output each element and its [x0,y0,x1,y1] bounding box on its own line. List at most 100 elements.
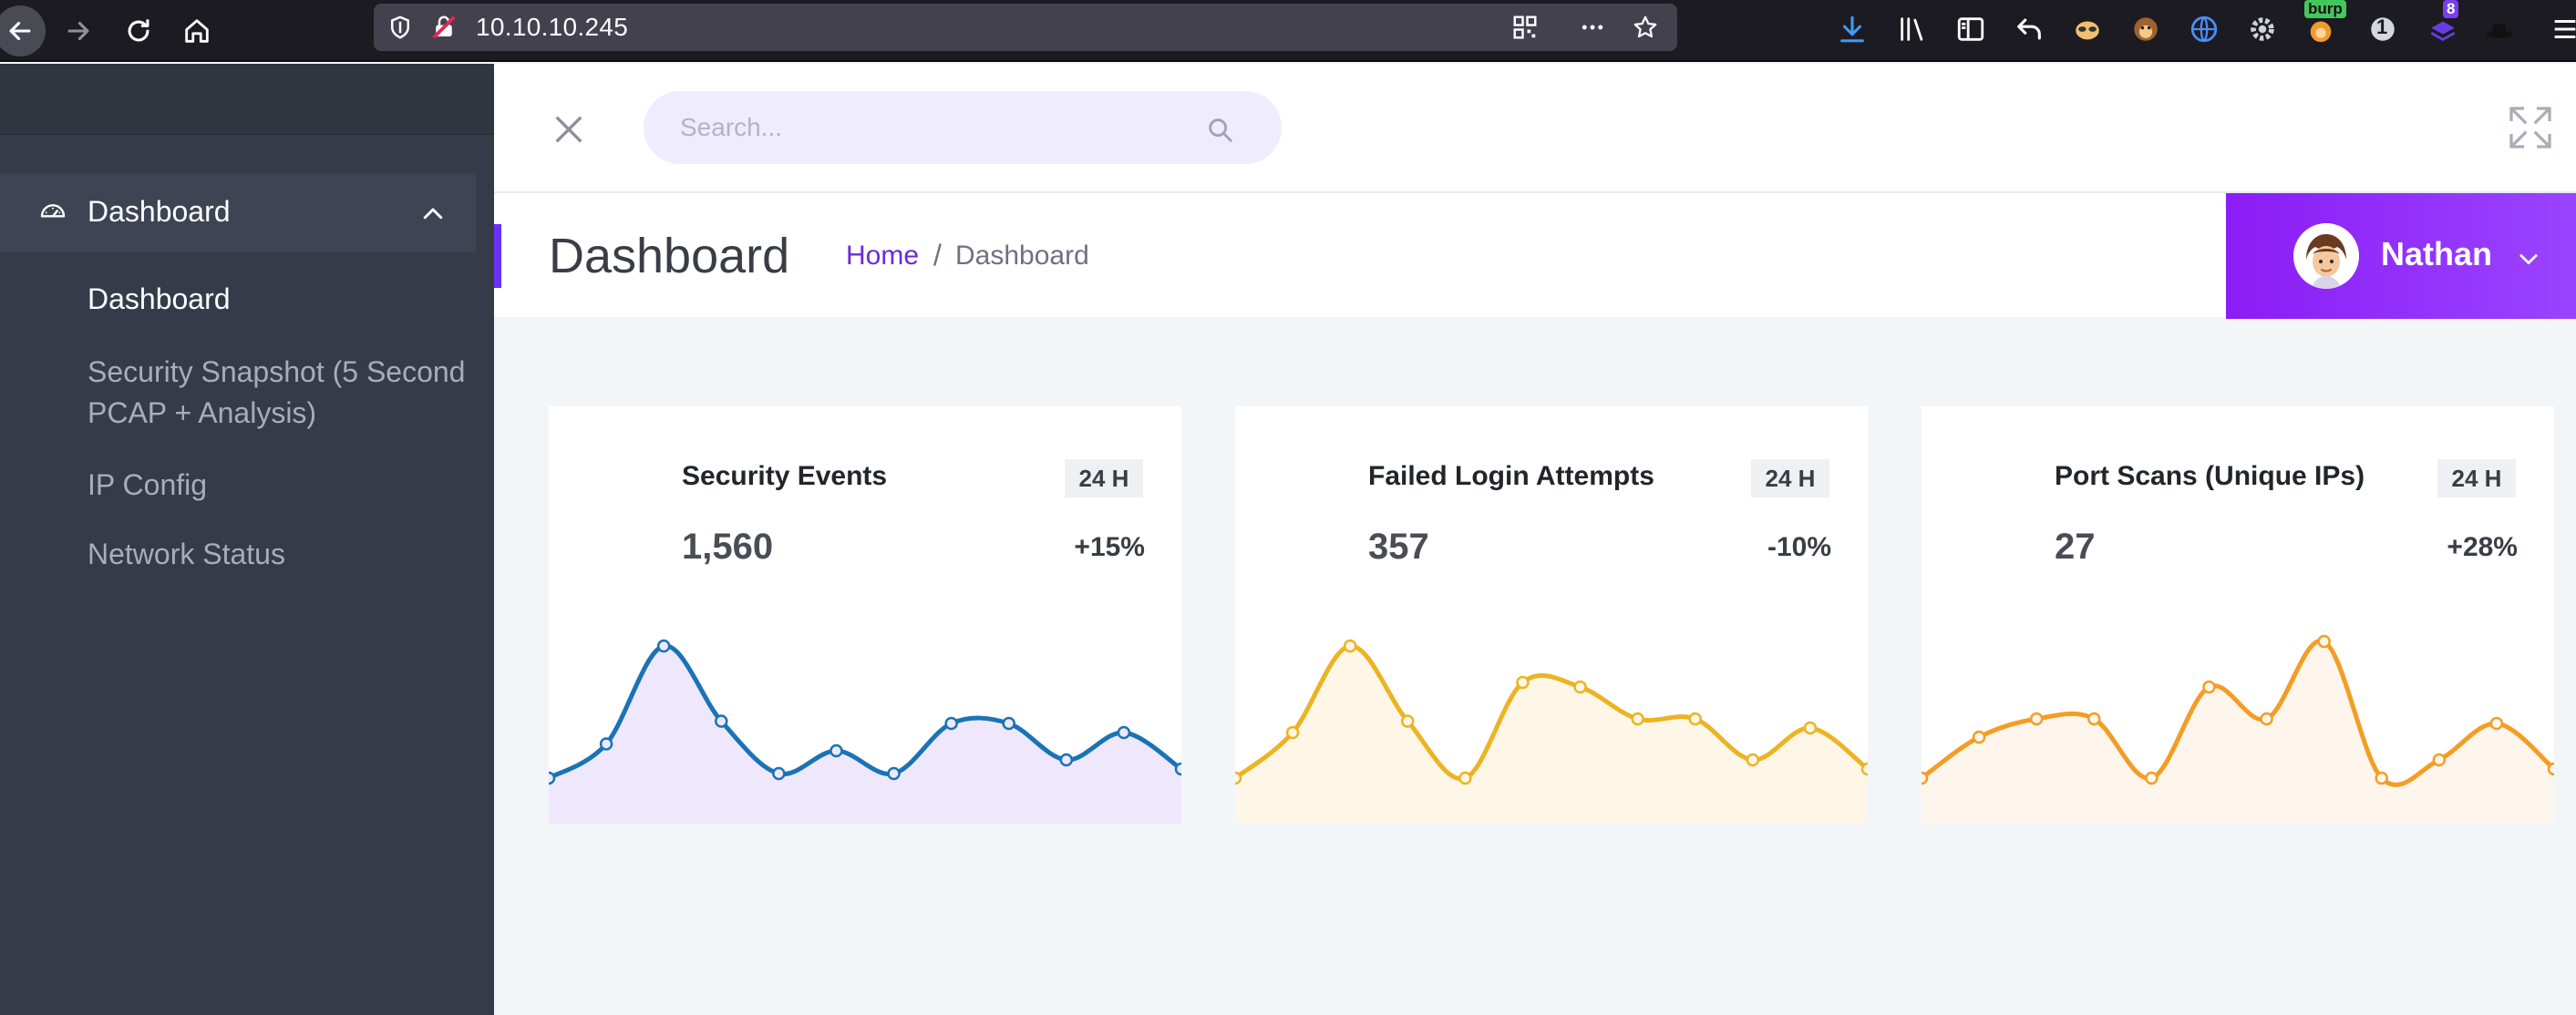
bookmark-star-icon[interactable] [1632,14,1659,41]
chart-point [1117,725,1131,740]
reload-button[interactable] [113,5,164,56]
browser-toolbar: 10.10.10.245 burp 1 8 [0,0,2576,62]
chart-point [549,771,556,785]
search-input[interactable] [680,108,1190,148]
close-icon[interactable] [551,111,587,148]
user-menu[interactable]: Nathan [2226,193,2576,319]
sidebar-toggle-button[interactable] [1953,11,1989,47]
card-value: 1,560 [682,527,774,567]
chart-point [1746,753,1760,767]
more-actions-icon[interactable] [1579,14,1606,41]
chart-point [829,743,843,758]
chart-point [1002,716,1015,731]
sidebar-item-label: Dashboard [88,195,231,228]
home-button[interactable] [171,5,222,56]
burp-extension-button[interactable]: burp [2303,0,2346,47]
sidebar-item-dashboard[interactable]: Dashboard [0,173,476,251]
chart-point [599,737,613,751]
chart-point [1922,771,1929,785]
chart-point [2087,712,2101,726]
hat-extension-button[interactable] [2481,11,2518,47]
fox-icon [2310,21,2332,43]
burp-badge: burp [2304,0,2346,18]
breadcrumb-separator: / [933,239,942,272]
sparkline-chart [549,639,1181,824]
library-button[interactable] [1894,11,1931,47]
chart-point [2202,680,2216,694]
chart-point [2375,771,2388,785]
qr-code-icon[interactable] [1511,14,1539,41]
stat-card-port-scans: Port Scans (Unique IPs) 24 H 27 +28% [1922,406,2554,824]
home-icon [185,19,209,43]
stat-card-failed-logins: Failed Login Attempts 24 H 357 -10% [1235,406,1868,824]
downloads-button[interactable] [1834,11,1870,47]
layers-badge: 8 [2443,0,2459,18]
chevron-down-icon [2519,254,2538,265]
chart-point [772,766,786,781]
undo-arrow-icon [2017,18,2041,40]
chart-point [1343,639,1357,653]
chart-point [1860,762,1868,776]
card-title: Failed Login Attempts [1368,461,1654,491]
chart-point [1059,753,1074,767]
globe-extension-button[interactable] [2186,11,2222,47]
menu-button[interactable] [2547,11,2576,47]
chart-point [1972,730,1986,744]
sidebar-subitem-ip-config[interactable]: IP Config [88,465,207,506]
chart-point [2145,771,2159,785]
chart-point [1631,712,1644,726]
sidebar-subitem-dashboard[interactable]: Dashboard [88,279,231,320]
breadcrumb-home-link[interactable]: Home [846,241,919,272]
page-title: Dashboard [549,229,790,283]
search-icon[interactable] [1205,115,1236,146]
card-title: Port Scans (Unique IPs) [2055,461,2365,491]
chevron-up-icon[interactable] [419,200,447,228]
onepassword-extension-button[interactable]: 1 [2365,11,2401,47]
sidebar-subitem-network-status[interactable]: Network Status [88,534,285,575]
hat-icon [2486,24,2513,38]
dashboard-gauge-icon [40,204,66,218]
fullscreen-icon[interactable] [2505,102,2556,153]
sidebar-subitem-security-snapshot[interactable]: Security Snapshot (5 Second PCAP + Analy… [88,352,470,434]
arrow-right-icon [67,21,89,41]
raccoon-extension-button[interactable] [2069,11,2106,47]
url-text: 10.10.10.245 [476,13,629,41]
back-button[interactable] [0,5,46,56]
chart-point [887,766,901,781]
avatar [2293,223,2359,289]
monkey-icon [2134,17,2158,41]
monkey-extension-button[interactable] [2128,11,2164,47]
period-badge: 24 H [2437,459,2516,497]
card-value: 27 [2055,527,2096,567]
card-change: +28% [2447,532,2518,562]
stat-card-security-events: Security Events 24 H 1,560 +15% [549,406,1181,824]
title-accent-bar [494,224,501,288]
chart-point [656,639,671,653]
globe-icon [2190,15,2218,43]
address-bar[interactable]: 10.10.10.245 [374,4,1677,51]
chart-point [1174,762,1181,776]
chart-point [1573,680,1587,694]
period-badge: 24 H [1065,459,1143,497]
settings-extension-button[interactable] [2244,11,2281,47]
hamburger-icon [2554,19,2576,39]
avatar-face-icon [2293,223,2359,289]
user-name: Nathan [2381,235,2493,272]
sidebar: Dashboard Dashboard Security Snapshot (5… [0,64,494,1015]
chart-point [1458,771,1472,785]
sparkline-chart [1235,639,1868,824]
chart-point [944,716,958,731]
undo-extension-button[interactable] [2011,11,2047,47]
sidebar-header [0,64,494,135]
chart-area [1922,641,2554,824]
breadcrumb-current: Dashboard [955,241,1089,271]
chart-point [715,714,728,728]
onepassword-label: 1 [2376,15,2388,38]
insecure-lock-icon [432,15,456,39]
chart-point [1803,721,1818,735]
forward-button[interactable] [53,5,104,56]
chart-point [2260,712,2273,726]
layers-extension-button[interactable]: 8 [2425,0,2461,47]
chart-point [1235,771,1242,785]
card-title: Security Events [682,461,888,491]
